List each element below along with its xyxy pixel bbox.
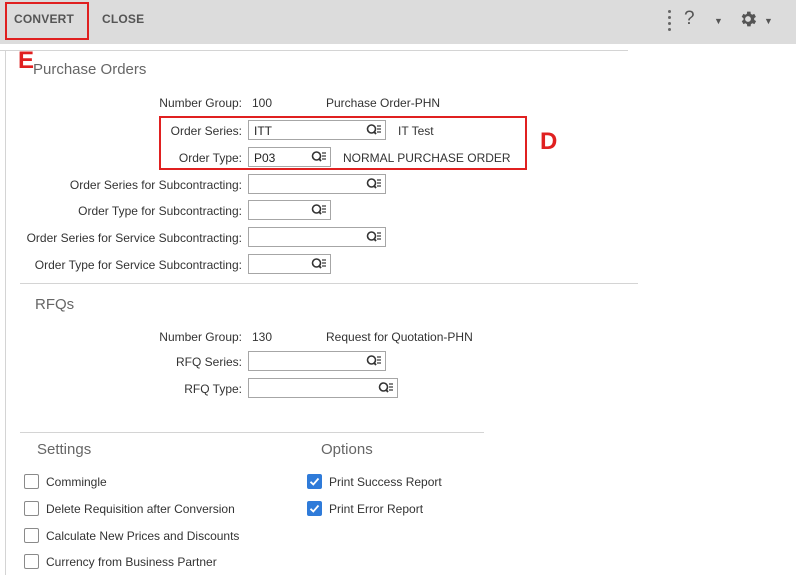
check-icon	[309, 477, 320, 486]
value-help-icon[interactable]	[311, 150, 327, 164]
order-type-service-subcontracting-input[interactable]	[248, 254, 331, 274]
divider	[0, 50, 628, 51]
section-title-options: Options	[321, 441, 373, 458]
help-icon[interactable]: ?	[684, 8, 695, 30]
rfq-series-label: RFQ Series:	[175, 355, 242, 369]
value-help-icon[interactable]	[378, 381, 394, 395]
help-chevron-down-icon[interactable]: ▼	[714, 16, 723, 26]
gear-icon[interactable]	[738, 9, 758, 29]
print-success-report-checkbox[interactable]	[307, 474, 322, 489]
order-series-service-subcontracting-label: Order Series for Service Subcontracting:	[26, 231, 242, 245]
annotation-letter-d: D	[540, 128, 558, 155]
order-series-input[interactable]: ITT	[248, 120, 386, 140]
section-title-rfqs: RFQs	[35, 296, 75, 313]
order-series-service-subcontracting-input[interactable]	[248, 227, 386, 247]
section-title-settings: Settings	[37, 441, 92, 458]
value-help-icon[interactable]	[366, 123, 382, 137]
print-error-report-checkbox[interactable]	[307, 501, 322, 516]
commingle-checkbox[interactable]	[24, 474, 39, 489]
number-group-value: 100	[252, 96, 273, 110]
section-title-purchase-orders: Purchase Orders	[33, 61, 147, 78]
rfq-number-group-value: 130	[252, 330, 273, 344]
order-series-label: Order Series:	[170, 124, 242, 138]
order-type-input[interactable]: P03	[248, 147, 331, 167]
delete-requisition-label: Delete Requisition after Conversion	[46, 502, 235, 516]
annotation-letter-e: E	[18, 47, 35, 74]
currency-from-bp-label: Currency from Business Partner	[46, 555, 217, 569]
order-series-subcontracting-label: Order Series for Subcontracting:	[69, 178, 242, 192]
rfq-series-input[interactable]	[248, 351, 386, 371]
order-series-subcontracting-input[interactable]	[248, 174, 386, 194]
annotation-box-convert	[5, 2, 89, 40]
number-group-label: Number Group:	[159, 96, 242, 110]
rfq-type-label: RFQ Type:	[184, 382, 242, 396]
value-help-icon[interactable]	[366, 354, 382, 368]
divider	[20, 432, 484, 433]
print-success-report-label: Print Success Report	[329, 475, 442, 489]
settings-chevron-down-icon[interactable]: ▼	[764, 16, 773, 26]
rfq-type-input[interactable]	[248, 378, 398, 398]
rfq-number-group-label: Number Group:	[159, 330, 242, 344]
value-help-icon[interactable]	[366, 230, 382, 244]
value-help-icon[interactable]	[366, 177, 382, 191]
kebab-menu-icon[interactable]	[668, 10, 671, 34]
order-series-value: ITT	[254, 124, 272, 138]
order-type-service-subcontracting-label: Order Type for Service Subcontracting:	[34, 258, 242, 272]
close-button[interactable]: CLOSE	[102, 12, 144, 26]
order-type-subcontracting-input[interactable]	[248, 200, 331, 220]
order-type-value: P03	[254, 151, 276, 165]
calculate-prices-checkbox[interactable]	[24, 528, 39, 543]
divider	[20, 283, 638, 284]
value-help-icon[interactable]	[311, 203, 327, 217]
rfq-number-group-description: Request for Quotation-PHN	[326, 330, 473, 344]
calculate-prices-label: Calculate New Prices and Discounts	[46, 529, 240, 543]
number-group-description: Purchase Order-PHN	[326, 96, 441, 110]
order-type-label: Order Type:	[178, 151, 242, 165]
currency-from-bp-checkbox[interactable]	[24, 554, 39, 569]
order-type-description: NORMAL PURCHASE ORDER	[343, 151, 511, 165]
left-border	[5, 50, 6, 575]
commingle-label: Commingle	[46, 475, 107, 489]
value-help-icon[interactable]	[311, 257, 327, 271]
check-icon	[309, 504, 320, 513]
print-error-report-label: Print Error Report	[329, 502, 424, 516]
order-series-description: IT Test	[398, 124, 434, 138]
delete-requisition-checkbox[interactable]	[24, 501, 39, 516]
toolbar: CONVERT CLOSE ? ▼ ▼	[0, 0, 796, 44]
order-type-subcontracting-label: Order Type for Subcontracting:	[78, 204, 242, 218]
